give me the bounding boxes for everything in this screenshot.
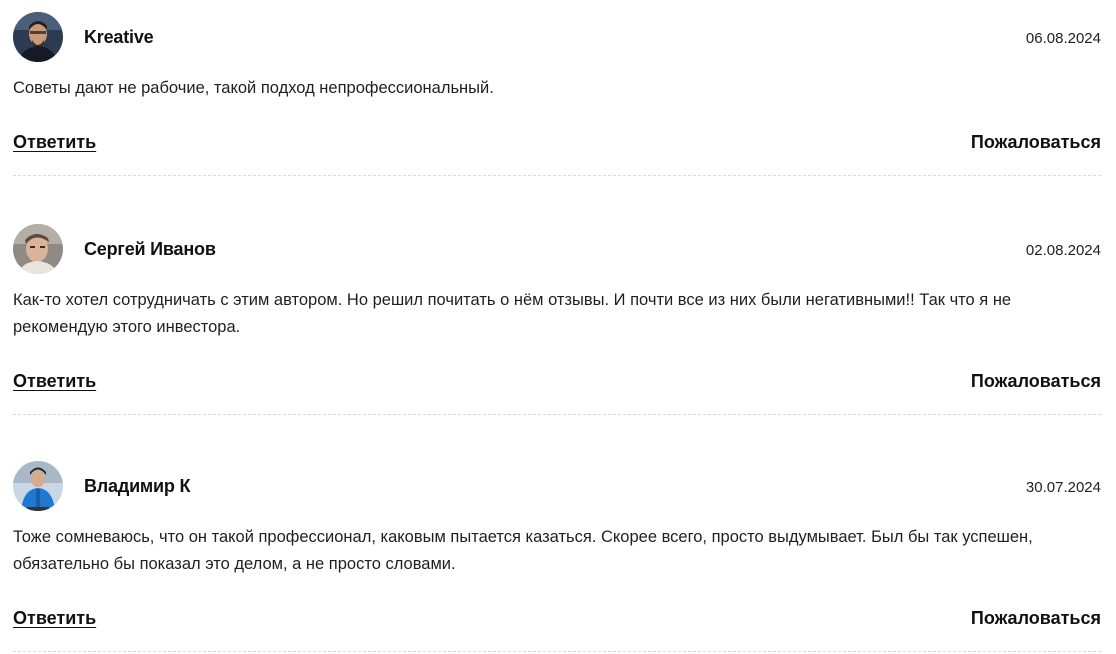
report-link[interactable]: Пожаловаться	[971, 371, 1101, 392]
reply-link[interactable]: Ответить	[13, 132, 96, 153]
comment-header: Владимир К 30.07.2024	[13, 461, 1101, 512]
user-avatar-photo-icon	[13, 224, 63, 274]
report-link[interactable]: Пожаловаться	[971, 608, 1101, 629]
divider	[13, 414, 1101, 415]
avatar[interactable]	[13, 224, 63, 274]
comment-date: 30.07.2024	[1025, 479, 1101, 496]
comment-author: Kreative	[84, 27, 154, 47]
divider	[13, 651, 1101, 652]
comment-actions: Ответить Пожаловаться	[13, 371, 1101, 397]
comment-actions: Ответить Пожаловаться	[13, 132, 1101, 158]
comment-author: Сергей Иванов	[84, 239, 216, 259]
comment-header: Сергей Иванов 02.08.2024	[13, 224, 1101, 275]
comment-item: Сергей Иванов 02.08.2024 Как-то хотел со…	[13, 224, 1101, 415]
user-avatar-photo-icon	[13, 12, 63, 62]
comment-item: Владимир К 30.07.2024 Тоже сомневаюсь, ч…	[13, 461, 1101, 652]
avatar[interactable]	[13, 461, 63, 511]
comment-text: Тоже сомневаюсь, что он такой профессион…	[13, 528, 1033, 573]
comment-header: Kreative 06.08.2024	[13, 12, 1101, 63]
report-link[interactable]: Пожаловаться	[971, 132, 1101, 153]
comment-actions: Ответить Пожаловаться	[13, 608, 1101, 634]
divider	[13, 175, 1101, 176]
user-avatar-photo-icon	[13, 461, 63, 511]
comment-text: Как-то хотел сотрудничать с этим автором…	[13, 291, 1012, 336]
reply-link[interactable]: Ответить	[13, 608, 96, 629]
comment-item: Kreative 06.08.2024 Советы дают не рабоч…	[13, 12, 1101, 176]
avatar[interactable]	[13, 12, 63, 62]
comment-author: Владимир К	[84, 476, 191, 496]
comment-date: 06.08.2024	[1025, 30, 1101, 47]
comment-date: 02.08.2024	[1025, 242, 1101, 259]
reply-link[interactable]: Ответить	[13, 371, 96, 392]
comment-text: Советы дают не рабочие, такой подход неп…	[13, 79, 494, 97]
